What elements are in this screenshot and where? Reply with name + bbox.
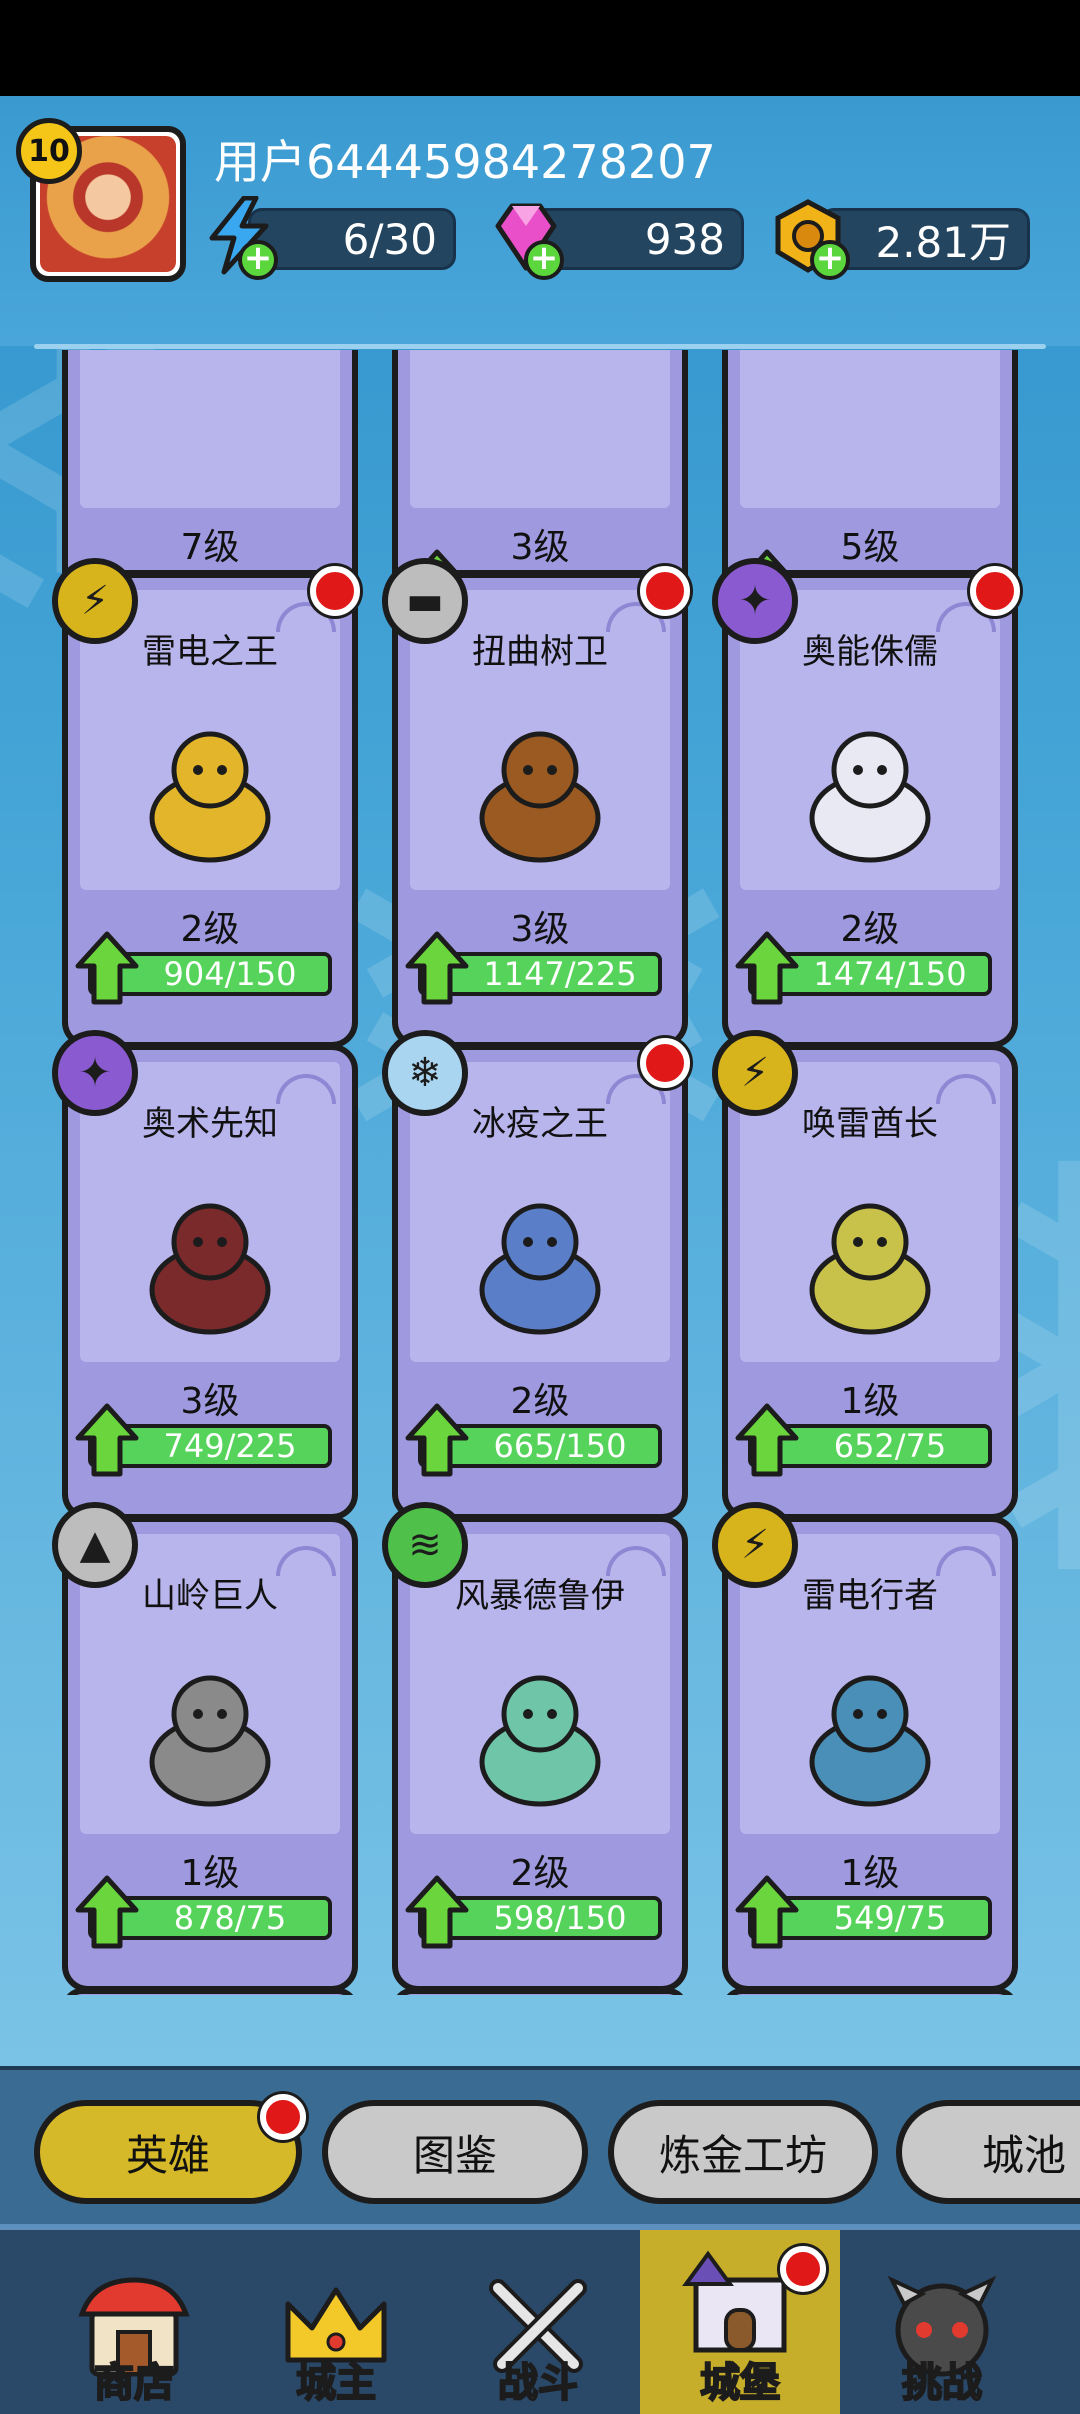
header-divider xyxy=(34,344,1046,349)
upgrade-arrow-icon[interactable] xyxy=(404,930,470,1006)
hero-portrait xyxy=(149,1675,271,1807)
hero-portrait xyxy=(479,1203,601,1335)
hero-portrait xyxy=(809,731,931,863)
notification-dot xyxy=(260,2094,306,2140)
hero-portrait xyxy=(149,731,271,863)
hero-card[interactable]: 山岭巨人 ▲ 1级 878/75 xyxy=(52,1502,358,1992)
nav-castle[interactable]: 城堡 xyxy=(640,2230,840,2414)
upgrade-arrow-icon[interactable] xyxy=(404,1402,470,1478)
nav-challenge-label: 挑战 xyxy=(901,2359,983,2407)
nav-shop[interactable]: 商店 xyxy=(34,2230,234,2414)
notification-dot xyxy=(310,566,360,616)
upgrade-arrow-icon[interactable] xyxy=(74,1402,140,1478)
tab-alchemy[interactable]: 炼金工坊 xyxy=(608,2100,878,2204)
arcane-element-icon: ✦ xyxy=(712,558,798,644)
energy-value: 6/30 xyxy=(342,214,437,264)
status-bar xyxy=(0,0,1080,96)
arcane-element-icon: ✦ xyxy=(52,1030,138,1116)
hero-card[interactable]: 扭曲树卫 ▬ 3级 1147/225 xyxy=(382,558,690,1048)
hero-portrait xyxy=(809,1675,931,1807)
hero-card[interactable]: 奥术先知 ✦ 3级 749/225 xyxy=(52,1030,358,1520)
lightning-element-icon: ⚡ xyxy=(712,1030,798,1116)
nav-castle-label: 城堡 xyxy=(699,2359,781,2407)
upgrade-arrow-icon[interactable] xyxy=(734,1402,800,1478)
tab-heroes[interactable]: 英雄 xyxy=(34,2094,306,2204)
hero-card[interactable]: 风暴德鲁伊 ≋ 2级 598/150 xyxy=(382,1502,688,1992)
wind-element-icon: ≋ xyxy=(382,1502,468,1588)
tab-alchemy-label: 炼金工坊 xyxy=(658,2130,827,2180)
rock-element-icon: ▲ xyxy=(52,1502,138,1588)
hero-portrait-area xyxy=(740,350,1000,508)
ice-element-icon: ❄ xyxy=(382,1030,468,1116)
hero-card[interactable] xyxy=(392,1988,688,1995)
player-level-badge: 10 xyxy=(16,118,82,184)
lightning-element-icon: ⚡ xyxy=(52,558,138,644)
hero-portrait xyxy=(479,731,601,863)
nav-challenge[interactable]: 挑战 xyxy=(842,2230,1042,2414)
upgrade-arrow-icon[interactable] xyxy=(404,1874,470,1950)
hero-card[interactable] xyxy=(62,1988,358,1995)
notification-dot xyxy=(970,566,1020,616)
hero-card[interactable]: 奥能侏儒 ✦ 2级 1474/150 xyxy=(712,558,1020,1048)
notification-dot xyxy=(640,1038,690,1088)
hero-portrait xyxy=(479,1675,601,1807)
nav-battle[interactable]: 战斗 xyxy=(438,2230,638,2414)
tab-codex[interactable]: 图鉴 xyxy=(322,2100,588,2204)
username: 用户64445984278207 xyxy=(214,135,716,189)
nav-battle-label: 战斗 xyxy=(497,2359,579,2407)
notification-dot xyxy=(780,2246,826,2292)
metal-element-icon: ▬ xyxy=(382,558,468,644)
tab-city-label: 城池 xyxy=(981,2130,1066,2180)
hero-card[interactable]: 雷电之王 ⚡ 2级 904/150 xyxy=(52,558,360,1048)
hero-card[interactable]: 冰疫之王 ❄ 2级 665/150 xyxy=(382,1030,690,1520)
tab-codex-label: 图鉴 xyxy=(412,2130,497,2180)
tab-heroes-label: 英雄 xyxy=(125,2130,210,2180)
tab-city[interactable]: 城池 xyxy=(896,2100,1080,2204)
hero-card[interactable] xyxy=(722,1988,1018,1995)
lightning-element-icon: ⚡ xyxy=(712,1502,798,1588)
nav-shop-label: 商店 xyxy=(93,2359,175,2407)
bottom-navigation: 商店 城主 战斗 城堡 挑战 xyxy=(0,2224,1080,2414)
nav-lord-label: 城主 xyxy=(295,2359,377,2407)
hero-grid[interactable]: 7级34/6753级685/2255级812/375雷电之王⚡2级904/150… xyxy=(0,350,1080,1995)
hero-portrait xyxy=(809,1203,931,1335)
hero-card[interactable]: 唤雷酋长 ⚡ 1级 652/75 xyxy=(712,1030,1018,1520)
notification-dot xyxy=(640,566,690,616)
add-energy-button[interactable]: + xyxy=(238,240,278,280)
nav-lord[interactable]: 城主 xyxy=(236,2230,436,2414)
gold-counter: 2.81万 xyxy=(820,208,1030,270)
hero-portrait-area xyxy=(80,350,340,508)
hero-card[interactable]: 雷电行者 ⚡ 1级 549/75 xyxy=(712,1502,1018,1992)
upgrade-arrow-icon[interactable] xyxy=(734,1874,800,1950)
category-tabs: 英雄 图鉴 炼金工坊 城池 xyxy=(0,2066,1080,2224)
gold-value: 2.81万 xyxy=(875,217,1011,267)
upgrade-arrow-icon[interactable] xyxy=(74,930,140,1006)
add-gems-button[interactable]: + xyxy=(524,240,564,280)
gems-value: 938 xyxy=(644,214,725,264)
upgrade-arrow-icon[interactable] xyxy=(74,1874,140,1950)
upgrade-arrow-icon[interactable] xyxy=(734,930,800,1006)
hero-portrait-area xyxy=(410,350,670,508)
hero-portrait xyxy=(149,1203,271,1335)
add-gold-button[interactable]: + xyxy=(810,240,850,280)
